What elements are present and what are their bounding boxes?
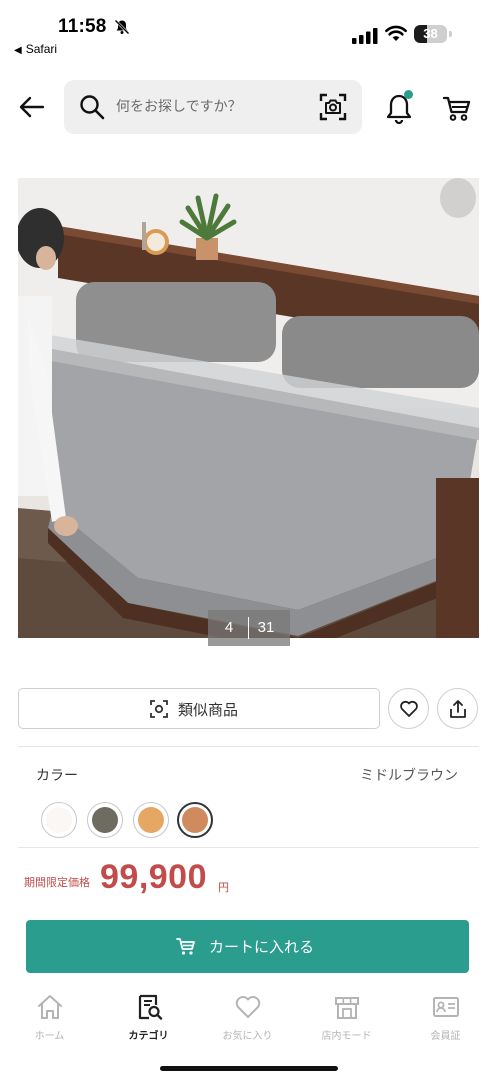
color-swatch-gray[interactable] xyxy=(87,802,123,838)
search-icon xyxy=(80,95,105,120)
status-bar: 11:58 ◀ Safari 38 xyxy=(0,0,498,62)
product-image[interactable] xyxy=(18,178,479,638)
product-photo-sofa-bed xyxy=(18,178,479,638)
silent-mode-bell-icon xyxy=(114,19,130,35)
cellular-signal-icon xyxy=(352,28,378,44)
image-counter-current: 4 xyxy=(224,619,234,636)
similar-products-button[interactable]: 類似商品 xyxy=(18,688,380,729)
divider xyxy=(18,746,479,747)
home-icon xyxy=(37,995,62,1019)
image-counter: 4 31 xyxy=(208,610,290,646)
color-swatch-middle-brown[interactable] xyxy=(177,802,213,838)
home-indicator[interactable] xyxy=(160,1066,338,1071)
share-icon xyxy=(450,700,466,718)
nav-item-member-card[interactable]: 会員証 xyxy=(396,993,495,1049)
swatch-dot xyxy=(92,807,118,833)
color-swatch-natural[interactable] xyxy=(133,802,169,838)
nav-item-label: カテゴリ xyxy=(128,1031,169,1042)
search-input[interactable] xyxy=(116,92,306,122)
category-search-icon xyxy=(138,994,162,1020)
price-value: 99,900 xyxy=(100,858,207,896)
cart-icon[interactable] xyxy=(442,94,472,122)
nav-item-store-mode[interactable]: 店内モード xyxy=(297,993,396,1049)
back-arrow-icon[interactable] xyxy=(18,93,46,121)
wifi-icon xyxy=(385,25,407,41)
nav-item-home[interactable]: ホーム xyxy=(0,993,99,1049)
similar-products-label: 類似商品 xyxy=(178,701,239,719)
add-to-cart-button[interactable]: カートに入れる xyxy=(26,920,469,973)
heart-icon xyxy=(400,700,418,717)
image-search-camera-icon[interactable] xyxy=(318,92,348,122)
color-label: カラー xyxy=(36,768,78,784)
search-bar[interactable] xyxy=(64,80,362,134)
member-card-icon xyxy=(432,997,459,1017)
price-label: 期間限定価格 xyxy=(24,876,90,889)
share-button[interactable] xyxy=(437,688,478,729)
status-time: 11:58 xyxy=(58,16,107,37)
back-to-safari-label: Safari xyxy=(25,42,58,56)
heart-icon xyxy=(235,996,260,1018)
divider xyxy=(18,847,479,848)
selected-color-name: ミドルブラウン xyxy=(360,768,458,784)
battery-indicator: 38 xyxy=(414,25,447,43)
notification-badge-dot xyxy=(404,90,413,99)
similar-scan-icon xyxy=(150,700,168,718)
favorite-button[interactable] xyxy=(388,688,429,729)
color-swatch-white[interactable] xyxy=(41,802,77,838)
price-unit: 円 xyxy=(218,881,229,894)
cart-icon xyxy=(176,938,195,955)
nav-item-label: 店内モード xyxy=(321,1031,372,1042)
swatch-dot xyxy=(182,807,208,833)
nav-item-category[interactable]: カテゴリ xyxy=(99,993,198,1049)
swatch-dot xyxy=(46,807,72,833)
nav-item-label: ホーム xyxy=(34,1031,65,1042)
nav-item-label: 会員証 xyxy=(430,1031,461,1042)
image-counter-separator xyxy=(248,617,249,639)
swatch-dot xyxy=(138,807,164,833)
product-detail-page: 11:58 ◀ Safari 38 何をお探しですか？ 4 31 類似商品 カラ… xyxy=(0,0,498,1080)
battery-cap xyxy=(449,31,452,37)
nav-item-label: お気に入り xyxy=(222,1031,273,1042)
store-icon xyxy=(334,997,359,1019)
nav-item-favorites[interactable]: お気に入り xyxy=(198,993,297,1049)
back-triangle-icon: ◀ xyxy=(14,45,22,56)
image-counter-total: 31 xyxy=(257,619,275,636)
back-to-safari-link[interactable]: ◀ Safari xyxy=(14,42,57,56)
add-to-cart-label: カートに入れる xyxy=(209,938,315,956)
battery-percent: 38 xyxy=(423,26,438,41)
